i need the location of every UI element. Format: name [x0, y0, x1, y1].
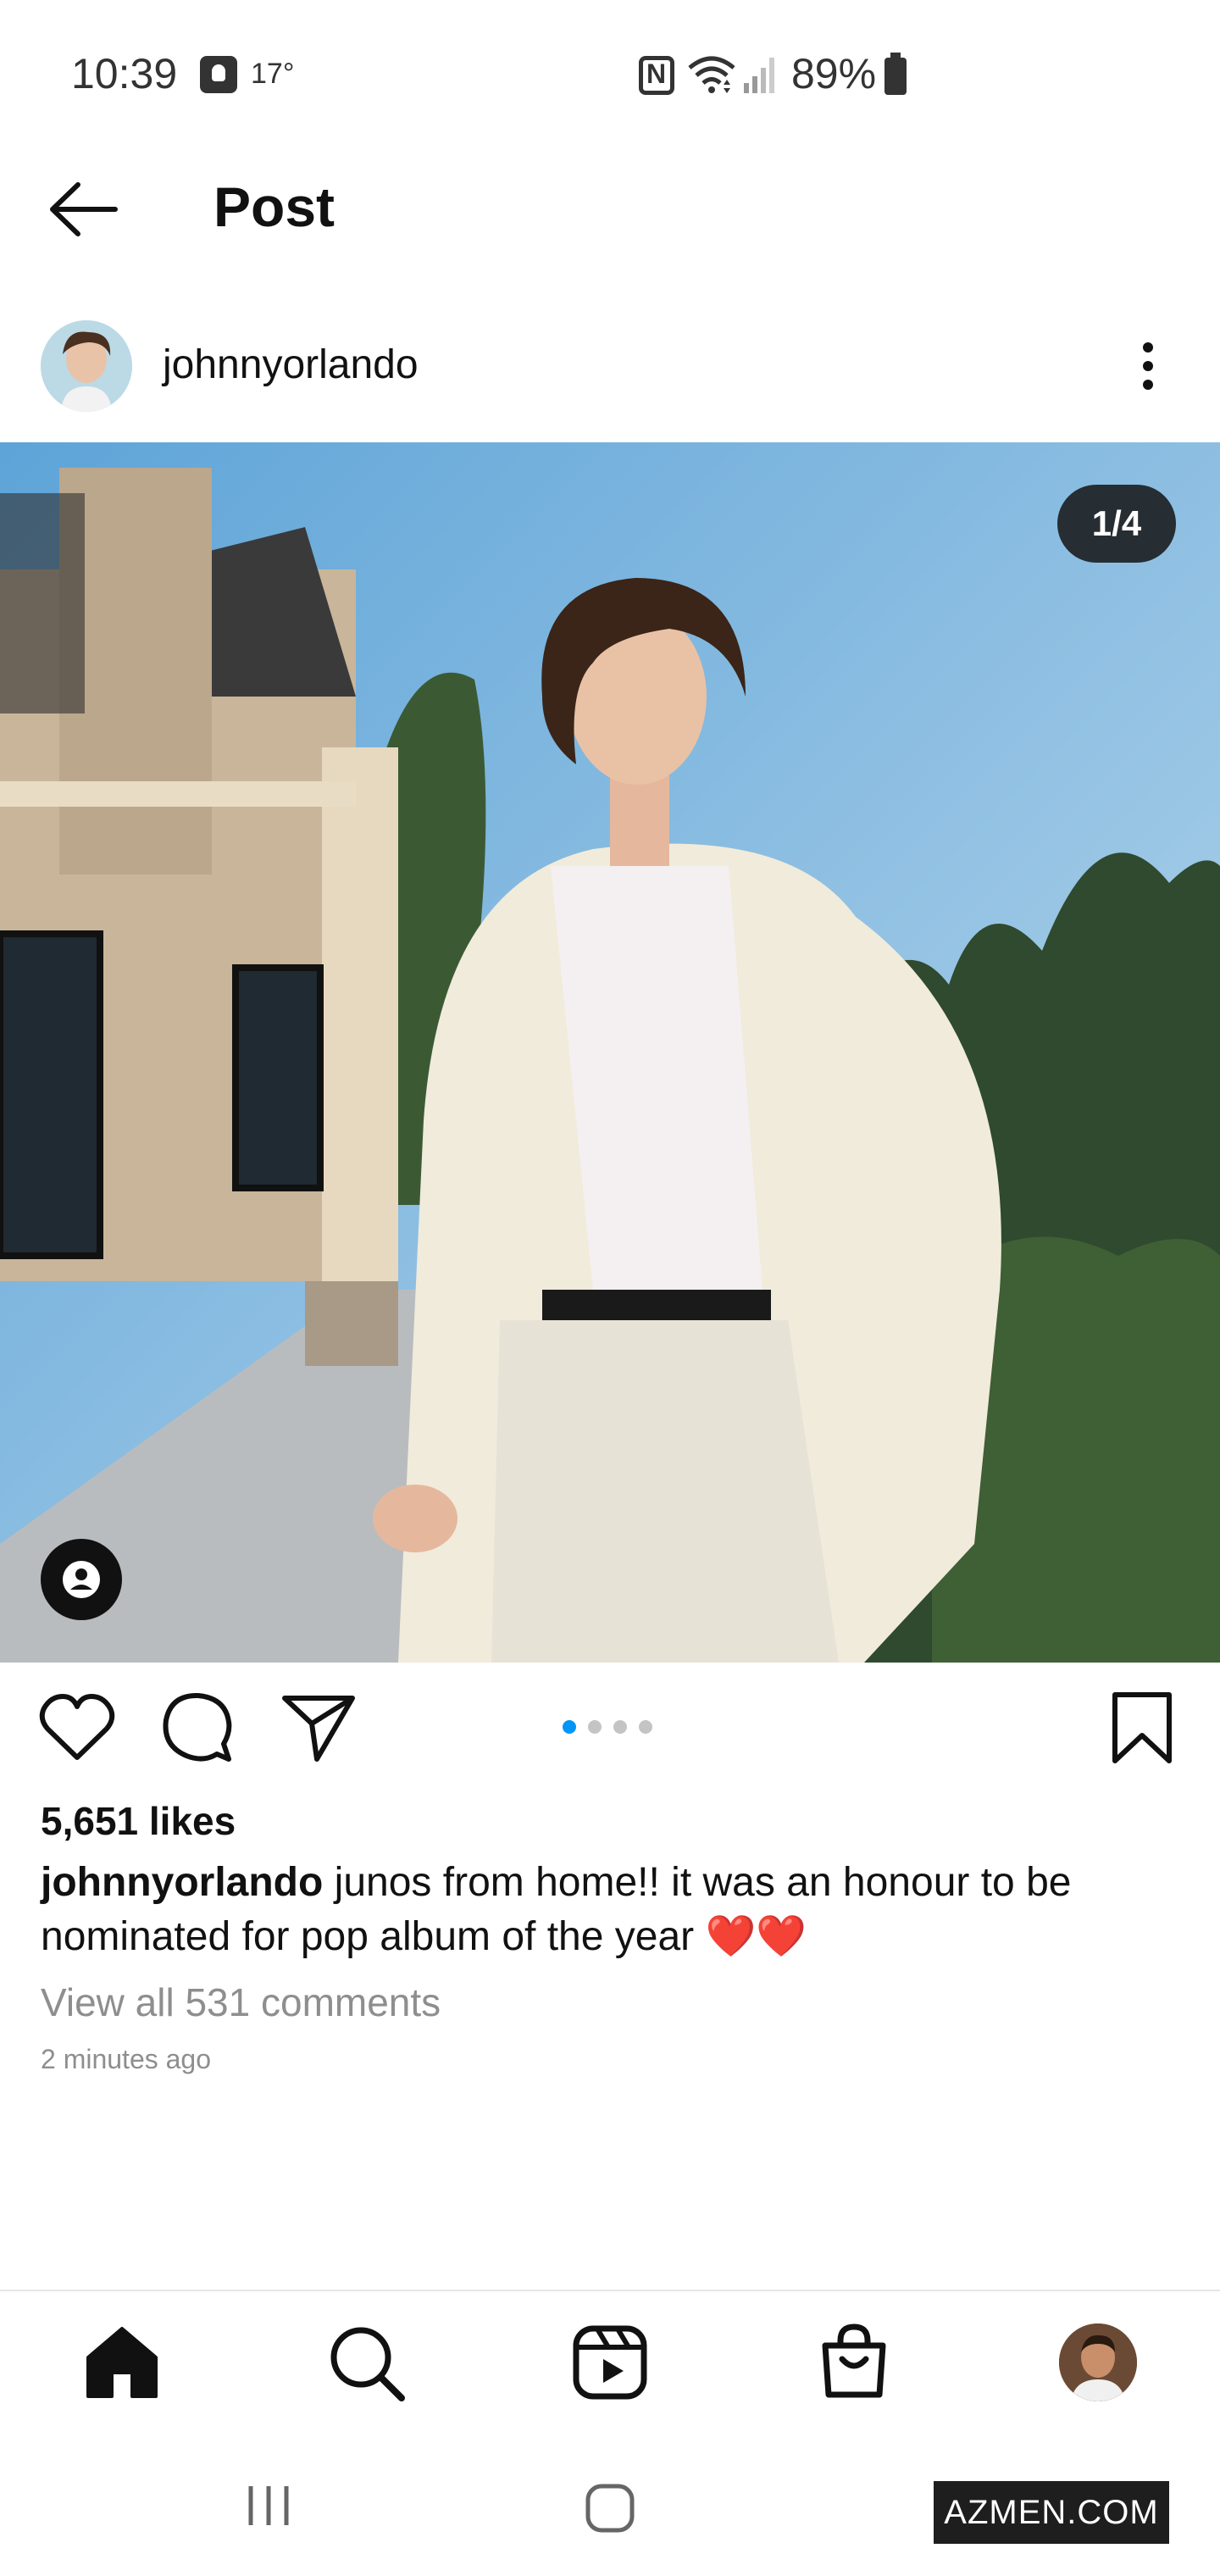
carousel-dot [639, 1720, 652, 1734]
post-timestamp: 2 minutes ago [41, 2044, 212, 2074]
avatar-image [41, 320, 132, 412]
battery-icon [884, 53, 907, 95]
watermark: AZMEN.COM [934, 2481, 1169, 2544]
like-heart-icon[interactable] [39, 1693, 115, 1763]
signal-icon [744, 58, 774, 93]
carousel-dot [613, 1720, 627, 1734]
status-time: 10:39 [71, 50, 178, 97]
post-image[interactable] [0, 442, 1220, 1663]
search-icon[interactable] [324, 2320, 408, 2405]
carousel-dot [563, 1720, 576, 1734]
status-battery-percent: 89% [791, 50, 877, 97]
profile-avatar-image [1059, 2323, 1137, 2401]
share-send-icon[interactable] [280, 1691, 358, 1763]
reels-icon[interactable] [568, 2320, 652, 2405]
home-icon[interactable] [80, 2320, 164, 2405]
shop-icon[interactable] [812, 2320, 896, 2405]
caption-username[interactable]: johnnyorlando [41, 1860, 323, 1905]
carousel-dot [588, 1720, 602, 1734]
profile-avatar[interactable] [1059, 2323, 1137, 2401]
bottom-nav-divider [0, 2290, 1220, 2291]
likes-count[interactable]: 5,651 likes [41, 1798, 236, 1844]
more-options-icon[interactable] [1127, 332, 1169, 400]
view-all-comments-link[interactable]: View all 531 comments [41, 1979, 441, 2025]
user-tag-icon [63, 1561, 100, 1598]
post-caption: johnnyorlando junos from home!! it was a… [41, 1856, 1176, 1964]
status-bar: 10:39 17° 89% [0, 0, 1220, 153]
image-counter-badge: 1/4 [1057, 485, 1176, 563]
save-bookmark-icon[interactable] [1110, 1691, 1174, 1764]
back-arrow-icon[interactable] [47, 180, 119, 239]
tagged-people-icon[interactable] [41, 1539, 122, 1620]
post-author-avatar[interactable] [41, 320, 132, 412]
home-button-icon[interactable] [585, 2483, 635, 2534]
comment-icon[interactable] [161, 1691, 232, 1763]
status-temperature: 17° [251, 58, 295, 90]
weather-icon [200, 56, 237, 93]
post-photo [0, 442, 1220, 1663]
post-username[interactable]: johnnyorlando [163, 341, 419, 388]
nfc-icon [639, 56, 674, 95]
recents-icon[interactable] [246, 2483, 291, 2529]
wifi-icon [688, 56, 735, 93]
page-title: Post [214, 175, 336, 238]
